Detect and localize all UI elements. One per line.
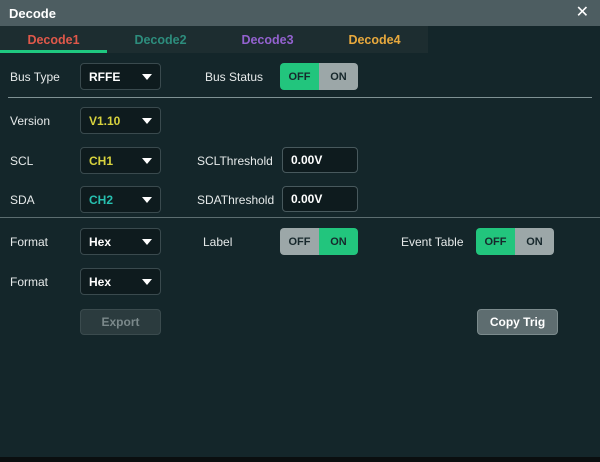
chevron-down-icon <box>142 279 152 285</box>
tab-decode1[interactable]: Decode1 <box>0 26 107 53</box>
chevron-down-icon <box>142 197 152 203</box>
bus-type-dropdown[interactable]: RFFE <box>80 63 161 90</box>
bus-status-on[interactable]: ON <box>319 63 358 90</box>
sda-threshold-label: SDAThreshold <box>197 186 274 213</box>
event-table-toggle[interactable]: OFF ON <box>476 228 554 255</box>
export-button[interactable]: Export <box>80 309 161 335</box>
copy-trig-button[interactable]: Copy Trig <box>477 309 558 335</box>
bus-type-value: RFFE <box>89 70 120 84</box>
export-button-label: Export <box>101 315 139 329</box>
bus-status-toggle[interactable]: OFF ON <box>280 63 358 90</box>
event-table-label: Event Table <box>401 228 464 255</box>
chevron-down-icon <box>142 158 152 164</box>
sda-threshold-input[interactable]: 0.00V <box>282 186 358 212</box>
chevron-down-icon <box>142 239 152 245</box>
format-dropdown[interactable]: Hex <box>80 228 161 255</box>
event-table-on[interactable]: ON <box>515 228 554 255</box>
version-dropdown[interactable]: V1.10 <box>80 107 161 134</box>
tab-decode1-label: Decode1 <box>27 33 79 47</box>
scl-value: CH1 <box>89 154 113 168</box>
sda-dropdown[interactable]: CH2 <box>80 186 161 213</box>
event-table-off[interactable]: OFF <box>476 228 515 255</box>
chevron-down-icon <box>142 74 152 80</box>
bottom-strip <box>0 457 600 462</box>
version-value: V1.10 <box>89 114 120 128</box>
tab-decode4[interactable]: Decode4 <box>321 26 428 53</box>
scl-threshold-value: 0.00V <box>291 153 322 167</box>
tab-decode2-label: Decode2 <box>134 33 186 47</box>
bus-type-label: Bus Type <box>10 63 60 90</box>
close-icon[interactable]: ✕ <box>574 5 591 21</box>
decode-dialog: Decode ✕ Decode1 Decode2 Decode3 Decode4… <box>0 0 600 462</box>
copy-trig-button-label: Copy Trig <box>490 315 545 329</box>
chevron-down-icon <box>142 118 152 124</box>
scl-dropdown[interactable]: CH1 <box>80 147 161 174</box>
version-label: Version <box>10 107 50 134</box>
tab-decode3[interactable]: Decode3 <box>214 26 321 53</box>
sda-value: CH2 <box>89 193 113 207</box>
scl-threshold-label: SCLThreshold <box>197 147 273 174</box>
tab-decode4-label: Decode4 <box>348 33 400 47</box>
format2-label: Format <box>10 268 48 295</box>
sda-threshold-value: 0.00V <box>291 192 322 206</box>
dialog-title: Decode <box>9 6 56 21</box>
label-toggle-off[interactable]: OFF <box>280 228 319 255</box>
format-value: Hex <box>89 235 111 249</box>
bus-status-label: Bus Status <box>205 63 263 90</box>
decode-tab-bar: Decode1 Decode2 Decode3 Decode4 <box>0 26 428 53</box>
format2-dropdown[interactable]: Hex <box>80 268 161 295</box>
label-toggle-label: Label <box>203 228 232 255</box>
title-bar: Decode ✕ <box>0 0 600 26</box>
sda-label: SDA <box>10 186 35 213</box>
tab-decode3-label: Decode3 <box>241 33 293 47</box>
format-label: Format <box>10 228 48 255</box>
label-toggle[interactable]: OFF ON <box>280 228 358 255</box>
scl-threshold-input[interactable]: 0.00V <box>282 147 358 173</box>
label-toggle-on[interactable]: ON <box>319 228 358 255</box>
bus-status-off[interactable]: OFF <box>280 63 319 90</box>
divider <box>8 97 592 98</box>
format2-value: Hex <box>89 275 111 289</box>
tab-decode2[interactable]: Decode2 <box>107 26 214 53</box>
divider <box>0 217 600 218</box>
scl-label: SCL <box>10 147 33 174</box>
